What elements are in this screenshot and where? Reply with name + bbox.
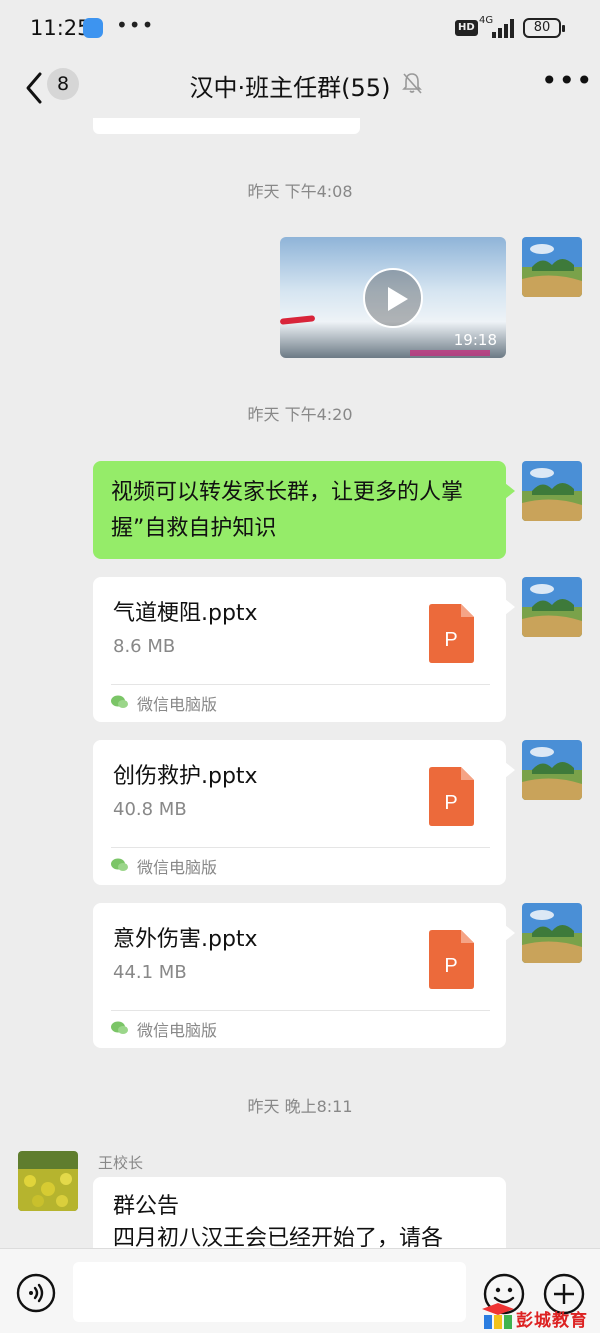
divider [111,847,490,848]
ppt-icon-letter: P [444,955,457,977]
status-bar: 11:25 ••• HD 4G 80 [0,0,600,58]
signal-icon [492,19,514,38]
watermark-text: 彭城教育网 [516,1311,588,1331]
wechat-pc-icon [111,858,128,871]
timestamp: 昨天 下午4:20 [247,405,353,424]
battery-icon: 80 [523,18,565,38]
ppt-icon-letter: P [444,629,457,651]
video-message[interactable]: 19:18 [280,237,506,358]
message-bubble-partial [93,118,360,134]
ppt-file-icon: P [429,604,474,663]
ppt-file-icon: P [429,767,474,826]
more-options-icon[interactable]: ••• [541,64,594,97]
file-name: 创伤救护.pptx [113,764,258,789]
file-size: 8.6 MB [113,636,176,657]
video-duration: 19:18 [453,331,497,349]
file-source: 微信电脑版 [137,1021,218,1040]
message-list[interactable]: 昨天 下午4:08 19:18 昨天 下午4:20 视频可以转发家长群，让更多的… [0,118,600,1248]
announcement-title: 群公告 [113,1194,180,1219]
status-time: 11:25 [30,16,91,40]
video-thumbnail-caption [410,350,490,356]
self-avatar[interactable] [522,740,582,800]
self-avatar[interactable] [522,577,582,637]
file-size: 40.8 MB [113,799,187,820]
announcement-body: 四月初八汉王会已经开始了，请各 [113,1226,444,1248]
ppt-file-icon: P [429,930,474,989]
file-name: 气道梗阻.pptx [113,601,258,626]
timestamp: 昨天 下午4:08 [247,182,353,201]
ppt-icon-letter: P [444,792,457,814]
sender-avatar[interactable] [18,1151,78,1211]
file-source: 微信电脑版 [137,695,218,714]
timestamp: 昨天 晚上8:11 [247,1097,353,1116]
file-message[interactable]: 创伤救护.pptx 40.8 MB P 微信电脑版 [93,740,515,885]
file-name: 意外伤害.pptx [113,927,258,952]
more-notifications-icon: ••• [116,13,155,37]
divider [111,684,490,685]
wechat-pc-icon [111,1021,128,1034]
self-avatar[interactable] [522,461,582,521]
network-type: 4G [479,15,494,26]
divider [111,1010,490,1011]
sender-name: 王校长 [98,1154,144,1172]
file-message[interactable]: 气道梗阻.pptx 8.6 MB P 微信电脑版 [93,577,515,722]
wechat-pc-icon [111,695,128,708]
announcement-message[interactable]: 群公告 四月初八汉王会已经开始了，请各 [93,1177,506,1248]
file-source: 微信电脑版 [137,858,218,877]
mute-bell-icon [402,73,422,94]
video-thumbnail-detail [280,315,316,325]
message-input[interactable] [73,1262,466,1322]
chat-header: 8 汉中·班主任群(55) ••• [0,58,600,118]
hd-icon: HD [455,20,478,36]
chat-title: 汉中·班主任群(55) [189,74,391,102]
play-icon[interactable] [363,268,423,328]
voice-input-icon[interactable] [16,1273,56,1313]
file-size: 44.1 MB [113,962,187,983]
self-avatar[interactable] [522,237,582,297]
file-message[interactable]: 意外伤害.pptx 44.1 MB P 微信电脑版 [93,903,515,1048]
text-message[interactable]: 视频可以转发家长群，让更多的人掌握”自救自护知识 [93,461,515,559]
app-notification-icon [83,18,103,38]
self-avatar[interactable] [522,903,582,963]
